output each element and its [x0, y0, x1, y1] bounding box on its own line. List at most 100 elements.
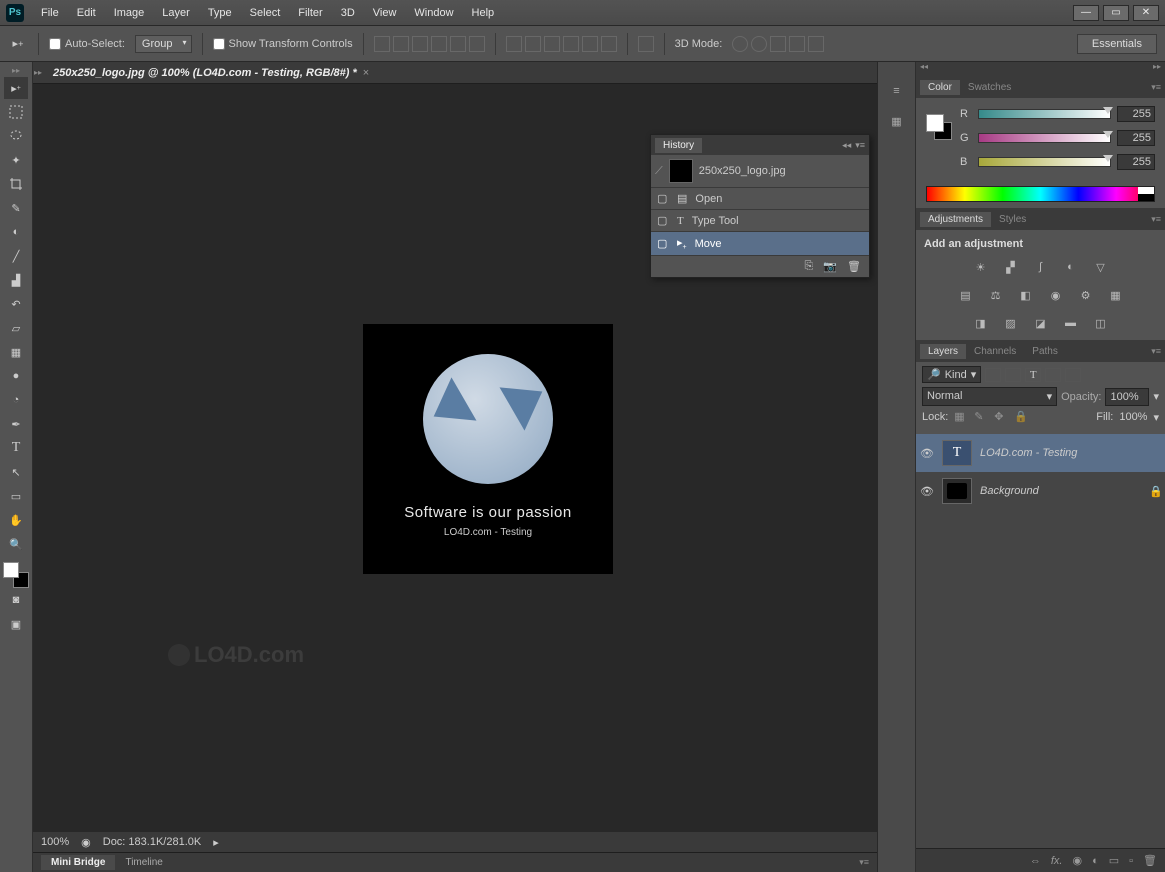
quick-select-tool[interactable]: ✦ — [4, 149, 28, 171]
auto-select-dropdown[interactable]: Group — [135, 35, 192, 53]
zoom-level[interactable]: 100% — [41, 836, 69, 848]
layer-style-icon[interactable]: fx. — [1051, 855, 1063, 867]
swatches-tab[interactable]: Swatches — [960, 80, 1019, 95]
document-tab[interactable]: 250x250_logo.jpg @ 100% (LO4D.com - Test… — [43, 64, 379, 82]
show-transform-checkbox[interactable]: Show Transform Controls — [213, 38, 353, 50]
history-snapshot-name[interactable]: 250x250_logo.jpg — [699, 165, 786, 177]
new-group-icon[interactable]: ▭ — [1109, 854, 1119, 867]
photo-filter-icon[interactable]: ◉ — [1046, 286, 1066, 304]
menu-view[interactable]: View — [364, 3, 406, 23]
path-select-tool[interactable]: ↖ — [4, 461, 28, 483]
adjustments-menu-icon[interactable]: ▾≡ — [1151, 214, 1161, 225]
strip-icon-2[interactable]: ▦ — [886, 110, 908, 132]
auto-select-checkbox[interactable]: Auto-Select: — [49, 38, 125, 50]
quick-mask-toggle[interactable]: ◙ — [4, 589, 28, 611]
doc-size[interactable]: Doc: 183.1K/281.0K — [103, 836, 201, 848]
posterize-icon[interactable]: ▨ — [1001, 314, 1021, 332]
new-adjustment-icon[interactable]: ◐ — [1092, 855, 1099, 867]
layer-item-background[interactable]: 👁 Background 🔒 — [916, 472, 1165, 510]
align-left-icon[interactable] — [431, 36, 447, 52]
blend-mode-dropdown[interactable]: Normal▾ — [922, 387, 1057, 406]
panel-collapse-left-icon[interactable]: ◂◂ — [920, 62, 928, 76]
layer-mask-icon[interactable]: ◉ — [1072, 854, 1082, 867]
mini-bridge-tab[interactable]: Mini Bridge — [41, 855, 115, 870]
g-slider[interactable] — [978, 133, 1111, 143]
pen-tool[interactable]: ✒ — [4, 413, 28, 435]
opacity-value[interactable]: 100% — [1105, 388, 1149, 406]
r-slider[interactable] — [978, 109, 1111, 119]
history-tab[interactable]: History — [655, 138, 702, 153]
strip-icon-1[interactable]: ≡ — [886, 80, 908, 102]
vibrance-icon[interactable]: ▽ — [1091, 258, 1111, 276]
layer-thumb-type[interactable]: T — [942, 440, 972, 466]
crop-tool[interactable] — [4, 173, 28, 195]
status-flyout-icon[interactable]: ▸ — [213, 836, 219, 849]
panel-collapse-right-icon[interactable]: ▸▸ — [1153, 62, 1161, 76]
healing-tool[interactable]: ◐ — [4, 221, 28, 243]
curves-icon[interactable]: ∫ — [1031, 258, 1051, 276]
filter-adjust-icon[interactable] — [1005, 368, 1021, 382]
blur-tool[interactable]: ● — [4, 365, 28, 387]
color-balance-icon[interactable]: ⚖ — [986, 286, 1006, 304]
canvas[interactable]: Software is our passion LO4D.com - Testi… — [33, 84, 877, 832]
history-item-open[interactable]: ▢▤Open — [651, 187, 869, 209]
marquee-tool[interactable] — [4, 101, 28, 123]
lock-all-icon[interactable]: 🔒 — [1014, 410, 1028, 424]
menu-edit[interactable]: Edit — [68, 3, 105, 23]
new-layer-icon[interactable]: ▫ — [1129, 855, 1133, 867]
close-button[interactable]: ✕ — [1133, 5, 1159, 21]
channels-tab[interactable]: Channels — [966, 344, 1024, 359]
invert-icon[interactable]: ◨ — [971, 314, 991, 332]
filter-pixel-icon[interactable] — [985, 368, 1001, 382]
layer-name[interactable]: Background — [980, 485, 1141, 497]
paths-tab[interactable]: Paths — [1024, 344, 1066, 359]
gradient-tool[interactable]: ▦ — [4, 341, 28, 363]
layer-thumb-bg[interactable] — [942, 478, 972, 504]
menu-window[interactable]: Window — [405, 3, 462, 23]
history-item-type[interactable]: ▢TType Tool — [651, 209, 869, 231]
lasso-tool[interactable] — [4, 125, 28, 147]
selective-color-icon[interactable]: ◫ — [1091, 314, 1111, 332]
history-brush-tool[interactable]: ↶ — [4, 293, 28, 315]
hand-tool[interactable]: ✋ — [4, 509, 28, 531]
color-tab[interactable]: Color — [920, 80, 960, 95]
distribute-hcenter-icon[interactable] — [582, 36, 598, 52]
channel-mixer-icon[interactable]: ⚙ — [1076, 286, 1096, 304]
3d-drag-icon[interactable] — [770, 36, 786, 52]
fill-value[interactable]: 100% — [1119, 411, 1147, 423]
align-hcenter-icon[interactable] — [450, 36, 466, 52]
threshold-icon[interactable]: ◪ — [1031, 314, 1051, 332]
3d-scale-icon[interactable] — [808, 36, 824, 52]
panel-menu-icon[interactable]: ▾≡ — [855, 140, 865, 151]
layer-name[interactable]: LO4D.com - Testing — [980, 447, 1161, 459]
g-value[interactable]: 255 — [1117, 130, 1155, 146]
align-top-icon[interactable] — [374, 36, 390, 52]
menu-help[interactable]: Help — [463, 3, 504, 23]
filter-type-icon[interactable]: T — [1025, 368, 1041, 382]
distribute-left-icon[interactable] — [563, 36, 579, 52]
timeline-tab[interactable]: Timeline — [115, 855, 172, 870]
lock-position-icon[interactable]: ✥ — [994, 410, 1008, 424]
delete-state-icon[interactable]: 🗑 — [847, 260, 861, 273]
adjustments-tab[interactable]: Adjustments — [920, 212, 991, 227]
move-tool[interactable]: ▸+ — [4, 77, 28, 99]
distribute-vcenter-icon[interactable] — [525, 36, 541, 52]
brightness-icon[interactable]: ☀ — [971, 258, 991, 276]
color-panel-menu-icon[interactable]: ▾≡ — [1151, 82, 1161, 93]
history-item-move[interactable]: ▢▸+Move — [651, 231, 869, 255]
layers-menu-icon[interactable]: ▾≡ — [1151, 346, 1161, 357]
visibility-toggle-icon[interactable]: 👁 — [920, 485, 934, 498]
distribute-right-icon[interactable] — [601, 36, 617, 52]
stamp-tool[interactable]: ▟ — [4, 269, 28, 291]
align-right-icon[interactable] — [469, 36, 485, 52]
delete-layer-icon[interactable]: 🗑 — [1143, 854, 1157, 867]
close-tab-icon[interactable]: × — [363, 67, 369, 79]
layer-item-text[interactable]: 👁 T LO4D.com - Testing — [916, 434, 1165, 472]
visibility-toggle-icon[interactable]: 👁 — [920, 447, 934, 460]
levels-icon[interactable]: ▞ — [1001, 258, 1021, 276]
menu-file[interactable]: File — [32, 3, 68, 23]
3d-slide-icon[interactable] — [789, 36, 805, 52]
lock-transparent-icon[interactable]: ▦ — [954, 410, 968, 424]
workspace-switcher[interactable]: Essentials — [1077, 34, 1157, 54]
panel-collapse-icon[interactable]: ◂◂ — [842, 140, 851, 151]
